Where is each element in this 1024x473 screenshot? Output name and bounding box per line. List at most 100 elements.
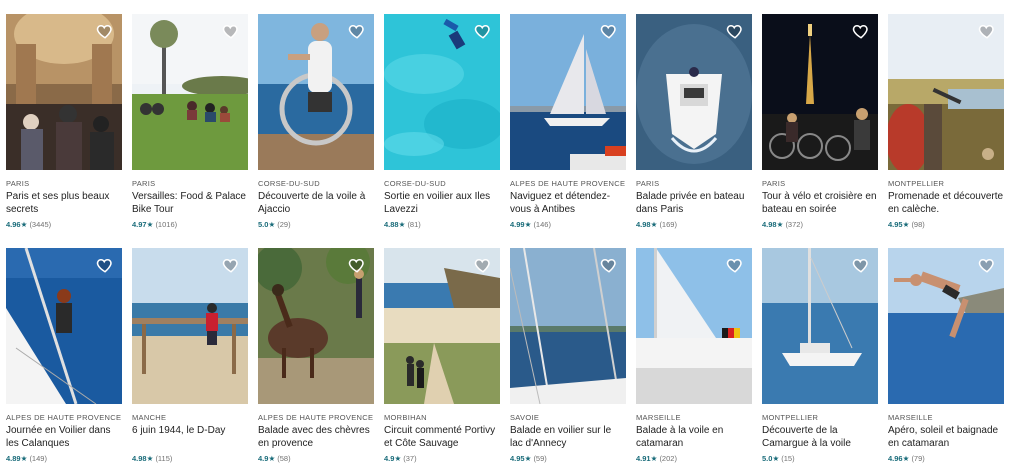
heart-outline-icon[interactable] — [222, 256, 240, 274]
experience-card[interactable]: MONTPELLIER Découverte de la Camargue à … — [762, 248, 878, 464]
experience-rating: 4.98★ (115) — [132, 454, 173, 463]
experience-title[interactable]: Versailles: Food & Palace Bike Tour — [132, 190, 248, 216]
experience-location: ALPES DE HAUTE PROVENCE — [6, 413, 122, 422]
experience-photo[interactable] — [258, 248, 374, 404]
experience-card[interactable]: PARIS Versailles: Food & Palace Bike Tou… — [132, 14, 248, 230]
experience-location: SAVOIE — [510, 413, 540, 422]
experience-card[interactable]: MONTPELLIER Promenade et découverte en c… — [888, 14, 1004, 230]
experience-photo[interactable] — [888, 248, 1004, 404]
heart-outline-icon[interactable] — [348, 22, 366, 40]
star-icon: ★ — [268, 220, 276, 229]
star-icon: ★ — [902, 454, 910, 463]
experience-photo[interactable] — [762, 248, 878, 404]
experience-grid: PARIS Paris et ses plus beaux secrets 4.… — [6, 14, 1004, 464]
heart-outline-icon[interactable] — [600, 22, 618, 40]
heart-outline-icon[interactable] — [600, 256, 618, 274]
experience-title[interactable]: Balade à la voile en catamaran — [636, 424, 752, 450]
experience-location: PARIS — [132, 179, 156, 188]
experience-rating: 4.91★ (202) — [636, 454, 677, 463]
experience-rating: 4.88★ (81) — [384, 220, 421, 229]
experience-photo[interactable] — [258, 14, 374, 170]
experience-title[interactable]: Tour à vélo et croisière en bateau en so… — [762, 190, 878, 216]
star-icon: ★ — [772, 454, 780, 463]
heart-outline-icon[interactable] — [726, 22, 744, 40]
experience-location: PARIS — [636, 179, 660, 188]
heart-outline-icon[interactable] — [96, 22, 114, 40]
heart-outline-icon[interactable] — [978, 22, 996, 40]
star-icon: ★ — [650, 220, 658, 229]
experience-rating: 4.95★ (98) — [888, 220, 925, 229]
experience-card[interactable]: PARIS Balade privée en bateau dans Paris… — [636, 14, 752, 230]
experience-rating: 4.9★ (58) — [258, 454, 291, 463]
experience-photo[interactable] — [762, 14, 878, 170]
experience-rating: 4.99★ (146) — [510, 220, 551, 229]
experience-photo[interactable] — [636, 248, 752, 404]
heart-outline-icon[interactable] — [852, 22, 870, 40]
experience-location: PARIS — [6, 179, 30, 188]
experience-title[interactable]: 6 juin 1944, le D-Day — [132, 424, 248, 450]
experience-title[interactable]: Journée en Voilier dans les Calanques — [6, 424, 122, 450]
experience-title[interactable]: Balade avec des chèvres en provence — [258, 424, 374, 450]
experience-card[interactable]: MORBIHAN Circuit commenté Portivy et Côt… — [384, 248, 500, 464]
experience-title[interactable]: Découverte de la Camargue à la voile — [762, 424, 878, 450]
heart-outline-icon[interactable] — [726, 256, 744, 274]
star-icon: ★ — [398, 220, 406, 229]
experience-title[interactable]: Circuit commenté Portivy et Côte Sauvage — [384, 424, 500, 450]
experience-card[interactable]: SAVOIE Balade en voilier sur le lac d'An… — [510, 248, 626, 464]
experience-rating: 4.9★ (37) — [384, 454, 417, 463]
experience-location: ALPES DE HAUTE PROVENCE — [510, 179, 626, 188]
experience-rating: 4.97★ (1016) — [132, 220, 178, 229]
experience-location: MONTPELLIER — [762, 413, 819, 422]
experience-card[interactable]: ALPES DE HAUTE PROVENCE Balade avec des … — [258, 248, 374, 464]
star-icon: ★ — [394, 454, 402, 463]
star-icon: ★ — [524, 220, 532, 229]
experience-photo[interactable] — [510, 248, 626, 404]
experience-title[interactable]: Promenade et découverte en calèche. — [888, 190, 1004, 216]
heart-outline-icon[interactable] — [222, 22, 240, 40]
experience-photo[interactable] — [6, 248, 122, 404]
star-icon: ★ — [902, 220, 910, 229]
experience-card[interactable]: PARIS Tour à vélo et croisière en bateau… — [762, 14, 878, 230]
heart-outline-icon[interactable] — [978, 256, 996, 274]
experience-photo[interactable] — [510, 14, 626, 170]
experience-title[interactable]: Balade privée en bateau dans Paris — [636, 190, 752, 216]
experience-title[interactable]: Balade en voilier sur le lac d'Annecy — [510, 424, 626, 450]
heart-outline-icon[interactable] — [474, 22, 492, 40]
experience-photo[interactable] — [384, 248, 500, 404]
experience-photo[interactable] — [888, 14, 1004, 170]
star-icon: ★ — [524, 454, 532, 463]
experience-card[interactable]: CORSE-DU-SUD Découverte de la voile à Aj… — [258, 14, 374, 230]
experience-card[interactable]: CORSE-DU-SUD Sortie en voilier aux Iles … — [384, 14, 500, 230]
experience-photo[interactable] — [132, 248, 248, 404]
experience-photo[interactable] — [636, 14, 752, 170]
experience-photo[interactable] — [132, 14, 248, 170]
experience-card[interactable]: ALPES DE HAUTE PROVENCE Journée en Voili… — [6, 248, 122, 464]
experience-rating: 5.0★ (29) — [258, 220, 291, 229]
experience-photo[interactable] — [6, 14, 122, 170]
experience-rating: 4.96★ (3445) — [6, 220, 52, 229]
experience-title[interactable]: Découverte de la voile à Ajaccio — [258, 190, 374, 216]
experience-rating: 4.96★ (79) — [888, 454, 925, 463]
experience-card[interactable]: PARIS Paris et ses plus beaux secrets 4.… — [6, 14, 122, 230]
star-icon: ★ — [268, 454, 276, 463]
experience-location: ALPES DE HAUTE PROVENCE — [258, 413, 374, 422]
experience-photo[interactable] — [384, 14, 500, 170]
heart-outline-icon[interactable] — [96, 256, 114, 274]
experience-rating: 4.98★ (372) — [762, 220, 803, 229]
experience-rating: 4.89★ (149) — [6, 454, 47, 463]
experience-card[interactable]: MARSEILLE Balade à la voile en catamaran… — [636, 248, 752, 464]
star-icon: ★ — [776, 220, 784, 229]
experience-title[interactable]: Paris et ses plus beaux secrets — [6, 190, 122, 216]
experience-title[interactable]: Naviguez et détendez-vous à Antibes — [510, 190, 626, 216]
experience-card[interactable]: ALPES DE HAUTE PROVENCE Naviguez et déte… — [510, 14, 626, 230]
heart-outline-icon[interactable] — [348, 256, 366, 274]
experience-title[interactable]: Apéro, soleil et baignade en catamaran — [888, 424, 1004, 450]
experience-location: CORSE-DU-SUD — [384, 179, 446, 188]
experience-location: MARSEILLE — [636, 413, 681, 422]
heart-outline-icon[interactable] — [474, 256, 492, 274]
experience-card[interactable]: MANCHE 6 juin 1944, le D-Day 4.98★ (115) — [132, 248, 248, 464]
experience-card[interactable]: MARSEILLE Apéro, soleil et baignade en c… — [888, 248, 1004, 464]
experience-location: MARSEILLE — [888, 413, 933, 422]
experience-title[interactable]: Sortie en voilier aux Iles Lavezzi — [384, 190, 500, 216]
heart-outline-icon[interactable] — [852, 256, 870, 274]
